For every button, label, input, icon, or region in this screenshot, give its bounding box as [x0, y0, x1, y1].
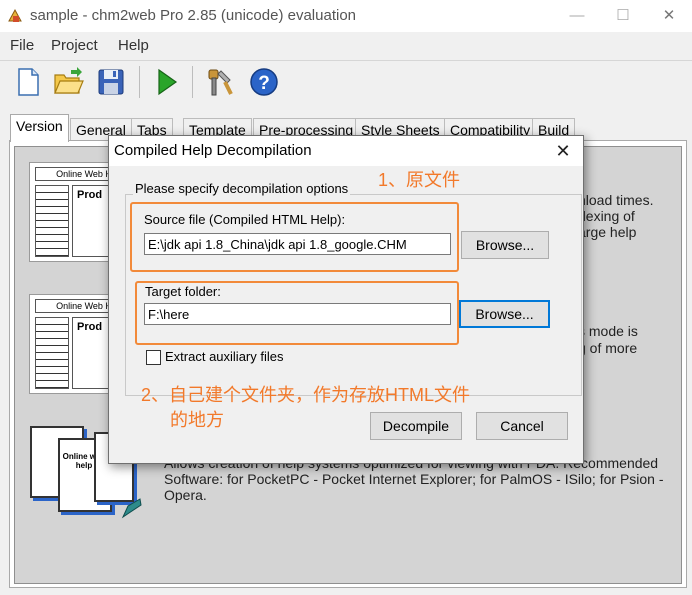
source-file-label: Source file (Compiled HTML Help): [144, 212, 346, 227]
decompile-button[interactable]: Decompile [370, 412, 462, 440]
open-folder-icon[interactable] [52, 66, 84, 98]
minimize-button[interactable]: — [554, 0, 600, 32]
dialog-title: Compiled Help Decompilation [114, 142, 312, 159]
extract-auxiliary-label[interactable]: Extract auxiliary files [165, 349, 283, 364]
annotation-note-2-line1: 2、自己建个文件夹，作为存放HTML文件 [141, 385, 471, 405]
option-description-1: nload times. dexing of arge help [578, 192, 654, 240]
menu-help[interactable]: Help [118, 37, 149, 54]
options-group-label: Please specify decompilation options [133, 181, 351, 196]
toolbar-separator [139, 66, 140, 98]
menu-file[interactable]: File [10, 37, 34, 54]
close-button[interactable]: ✕ [646, 0, 692, 32]
new-document-icon[interactable] [12, 66, 44, 98]
pda-pen-icon [120, 496, 144, 520]
annotation-note-2-line2: 的地方 [170, 410, 224, 430]
window-title: sample - chm2web Pro 2.85 (unicode) eval… [30, 7, 357, 24]
thumbnail-toc [35, 185, 69, 257]
option-description-2: s mode is g of more [578, 323, 638, 356]
source-browse-button[interactable]: Browse... [461, 231, 549, 259]
cancel-button[interactable]: Cancel [476, 412, 568, 440]
thumbnail-toc [35, 317, 69, 389]
app-icon [7, 8, 23, 24]
target-folder-input[interactable]: F:\here [144, 303, 451, 325]
tab-version[interactable]: Version [10, 114, 69, 142]
help-icon[interactable]: ? [248, 66, 280, 98]
tools-icon[interactable] [203, 66, 235, 98]
save-icon[interactable] [95, 66, 127, 98]
toolbar-separator [192, 66, 193, 98]
extract-auxiliary-checkbox[interactable] [146, 350, 161, 365]
target-folder-label: Target folder: [145, 284, 221, 299]
annotation-note-1: 1、原文件 [378, 170, 461, 190]
maximize-button[interactable]: ☐ [600, 0, 646, 32]
menu-project[interactable]: Project [51, 37, 98, 54]
dialog-close-button[interactable]: ✕ [549, 138, 577, 164]
toolbar-divider [0, 60, 692, 61]
run-icon[interactable] [150, 66, 182, 98]
help-icon-glyph: ? [258, 73, 270, 94]
source-file-input[interactable]: E:\jdk api 1.8_China\jdk api 1.8_google.… [144, 233, 451, 255]
target-browse-button[interactable]: Browse... [459, 300, 550, 328]
